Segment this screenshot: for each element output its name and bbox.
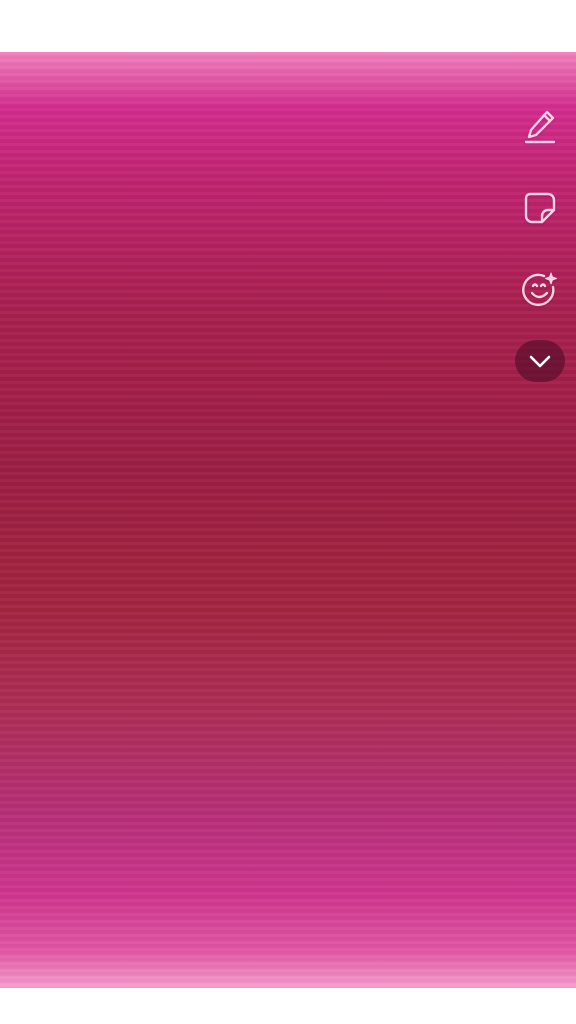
effects-button[interactable]: [514, 264, 566, 316]
sticker-button[interactable]: [514, 182, 566, 234]
tool-rail: [510, 100, 570, 382]
collapse-toolbar-button[interactable]: [515, 340, 565, 382]
pencil-icon: [524, 110, 556, 144]
chevron-down-icon: [529, 355, 551, 368]
smiley-sparkle-icon: [522, 272, 557, 307]
media-canvas[interactable]: [0, 52, 576, 988]
draw-button[interactable]: [514, 100, 566, 152]
sticker-icon: [524, 192, 556, 224]
screen: [0, 0, 576, 1024]
